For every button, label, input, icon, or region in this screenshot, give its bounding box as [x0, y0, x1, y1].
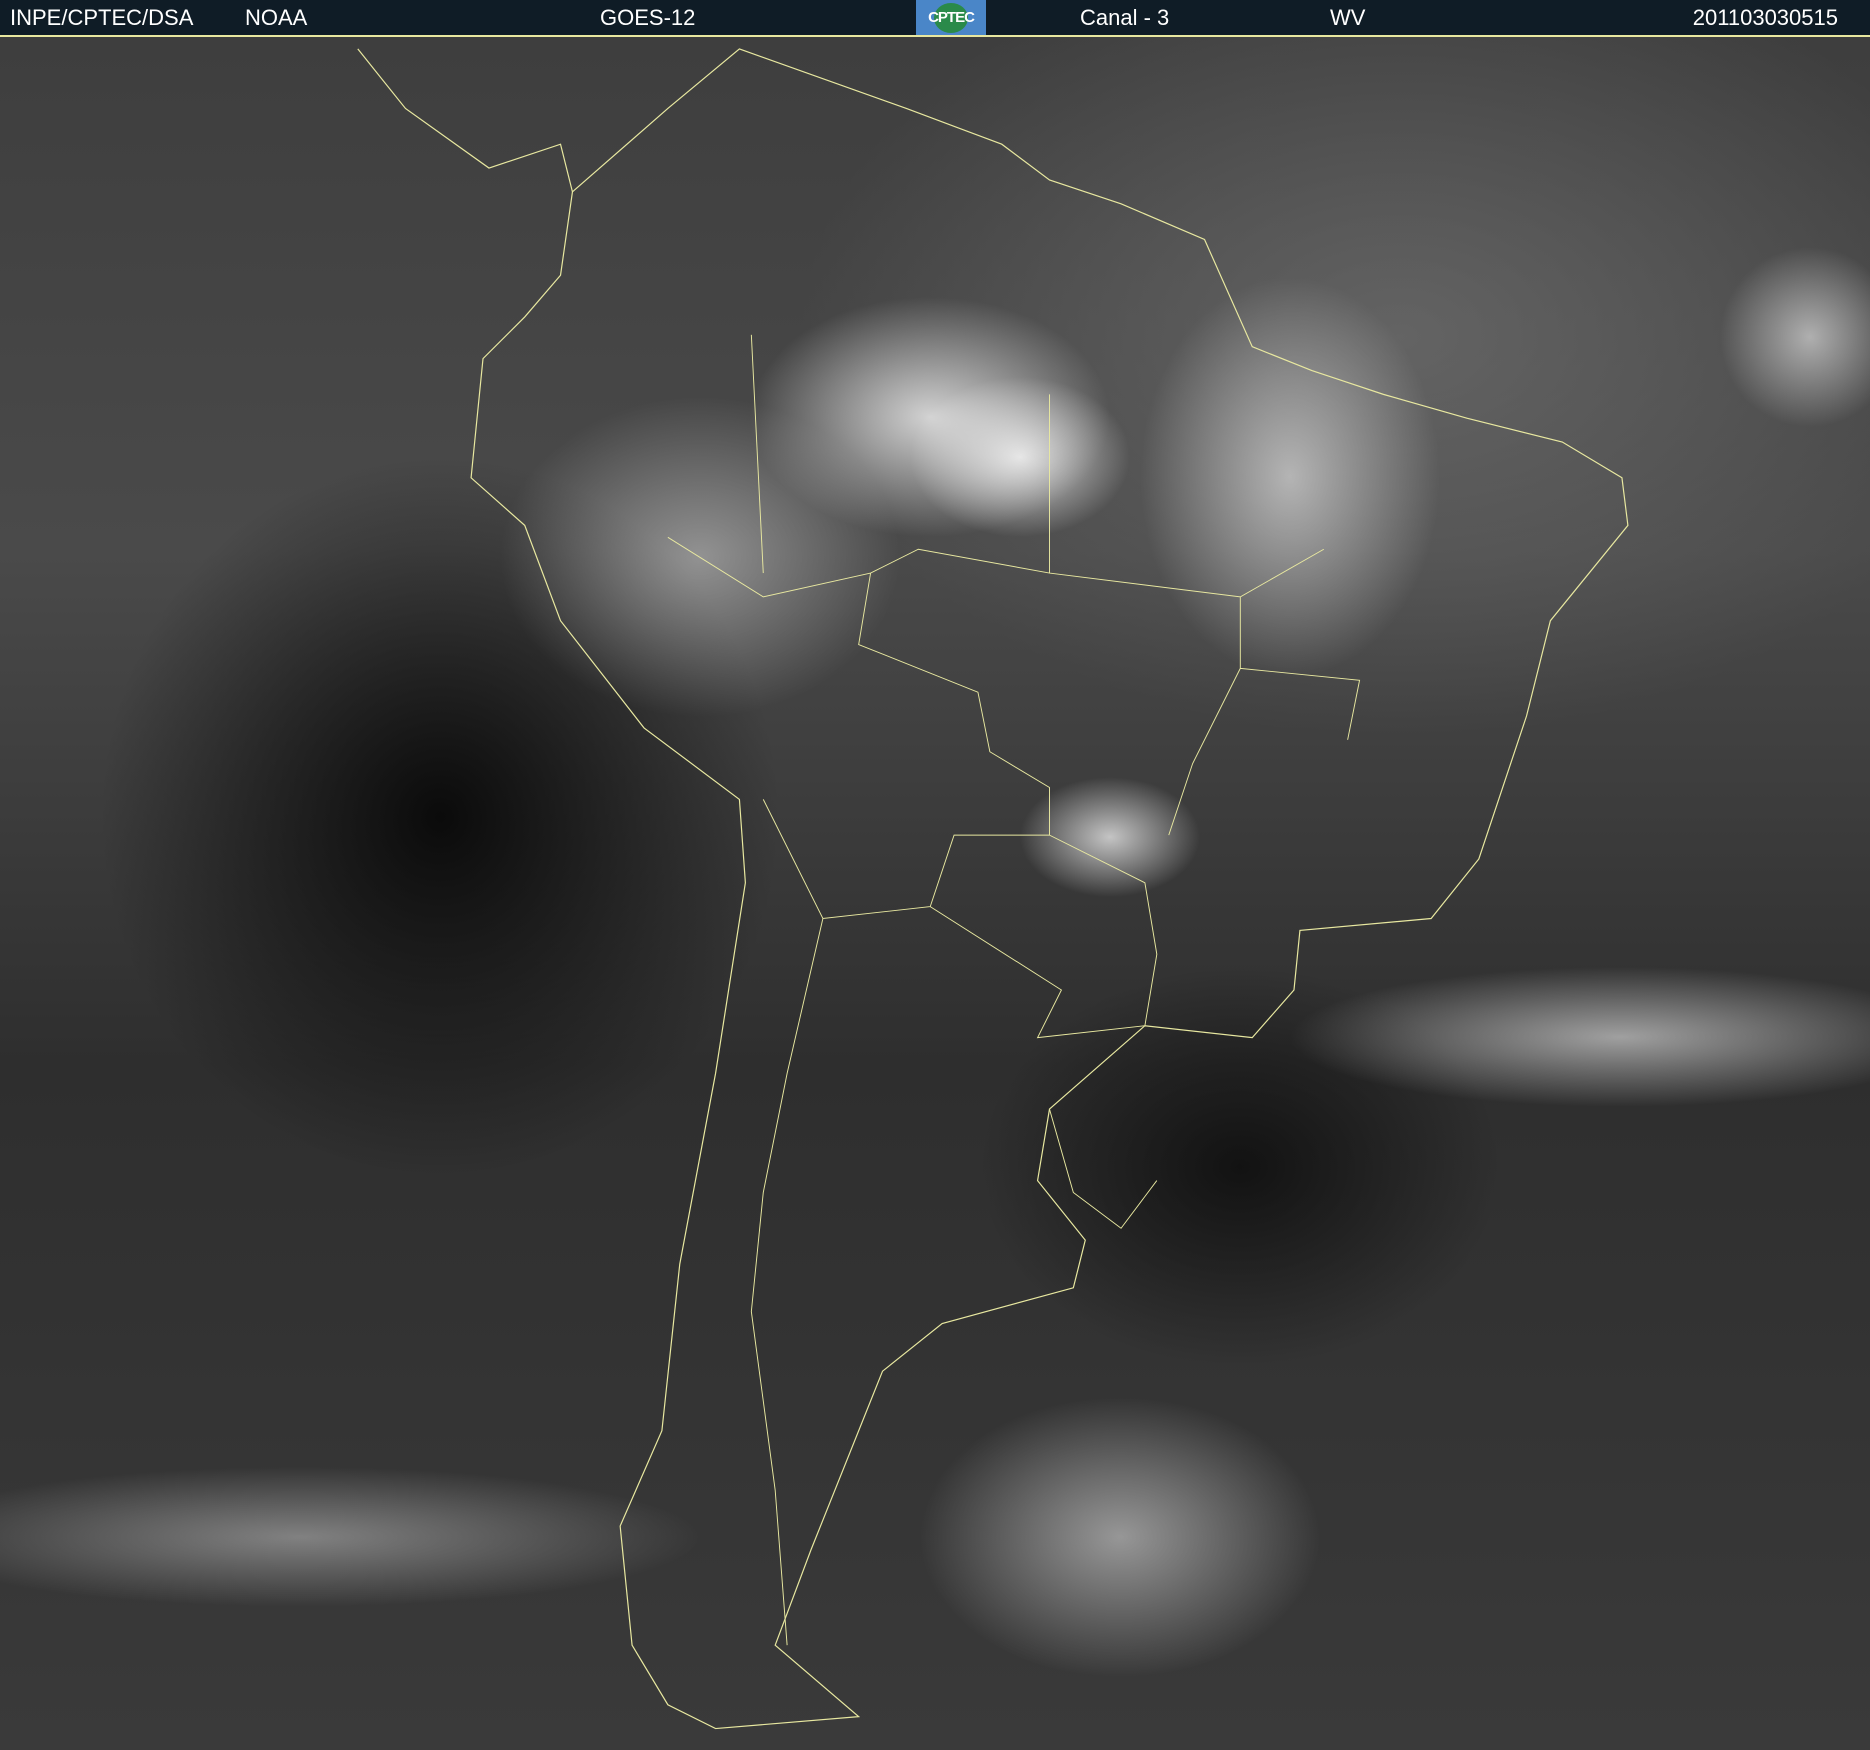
- timestamp-label: 201103030515: [1692, 5, 1838, 30]
- satellite-label: GOES-12: [600, 5, 696, 30]
- cptec-logo: CPTEC: [916, 0, 986, 35]
- map-borders-overlay: [357, 48, 1629, 1730]
- channel-label: Canal - 3: [1080, 5, 1170, 30]
- satellite-water-vapor-image: [0, 37, 1870, 1750]
- band-label: WV: [1330, 5, 1366, 30]
- agency-label: NOAA: [245, 5, 308, 30]
- image-header: INPE/CPTEC/DSA NOAA GOES-12 CPTEC Canal …: [0, 0, 1870, 37]
- country-borders: [667, 334, 1361, 1646]
- south-america-coastline: [357, 48, 1629, 1730]
- source-label: INPE/CPTEC/DSA: [10, 5, 194, 30]
